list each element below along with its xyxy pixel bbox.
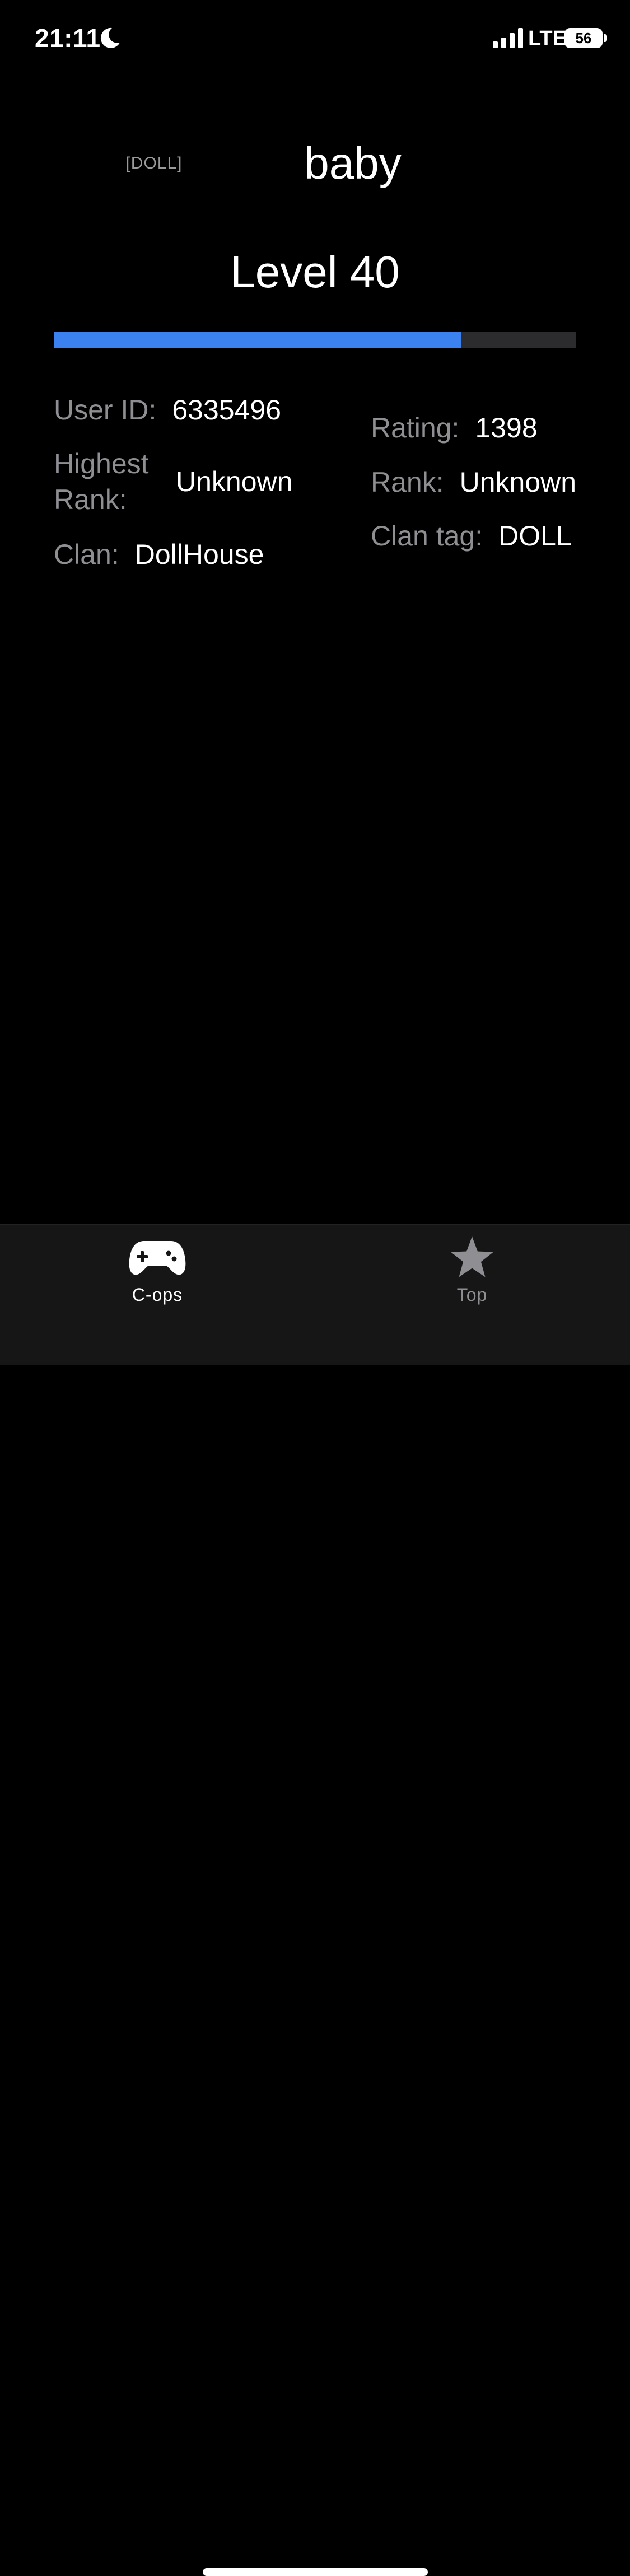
level-progress-fill [54,332,461,348]
level-title: Level 40 [230,247,400,297]
rating-label: Rating: [371,412,460,444]
signal-icon [493,28,523,48]
stat-clan-tag: Clan tag: DOLL [371,518,572,554]
highest-rank-value: Unknown [176,466,293,497]
highest-rank-label: Highest Rank: [54,446,155,517]
network-label: LTE [528,27,567,50]
stat-highest-rank: Highest Rank: Unknown [54,446,292,517]
clan-tag-value: DOLL [498,520,572,552]
clan-prefix: [DOLL] [125,154,183,172]
tab-top-label: Top [456,1285,488,1305]
clan-value: DollHouse [134,539,264,570]
moon-icon [100,27,120,48]
home-indicator [203,2568,428,2576]
tab-c-ops[interactable]: C-ops [85,1235,230,1319]
stat-user-id: User ID: 6335496 [54,392,281,428]
status-time: 21:11 [35,24,101,53]
stat-rank: Rank: Unknown [371,464,576,500]
user-id-value: 6335496 [172,394,282,426]
username: baby [304,138,402,188]
level-progress-bar [54,332,576,348]
gamepad-icon [129,1241,186,1275]
rank-label: Rank: [371,466,444,498]
status-bar: 21:11 LTE 56 [0,0,630,78]
star-icon [451,1236,493,1277]
battery-tip [604,34,607,42]
rank-value: Unknown [459,466,577,498]
highest-rank-label-line2: Rank: [54,484,127,515]
tab-c-ops-label: C-ops [132,1285,183,1305]
tab-bar: C-ops Top [0,1224,630,2576]
stat-clan: Clan: DollHouse [54,536,264,572]
clan-tag-label: Clan tag: [371,520,483,552]
rating-value: 1398 [475,412,538,444]
stat-rating: Rating: 1398 [371,410,538,446]
highest-rank-label-line1: Highest [54,448,149,479]
user-id-label: User ID: [54,394,157,426]
clan-label: Clan: [54,539,119,570]
tab-top[interactable]: Top [399,1235,545,1319]
battery-indicator: 56 [564,28,603,48]
